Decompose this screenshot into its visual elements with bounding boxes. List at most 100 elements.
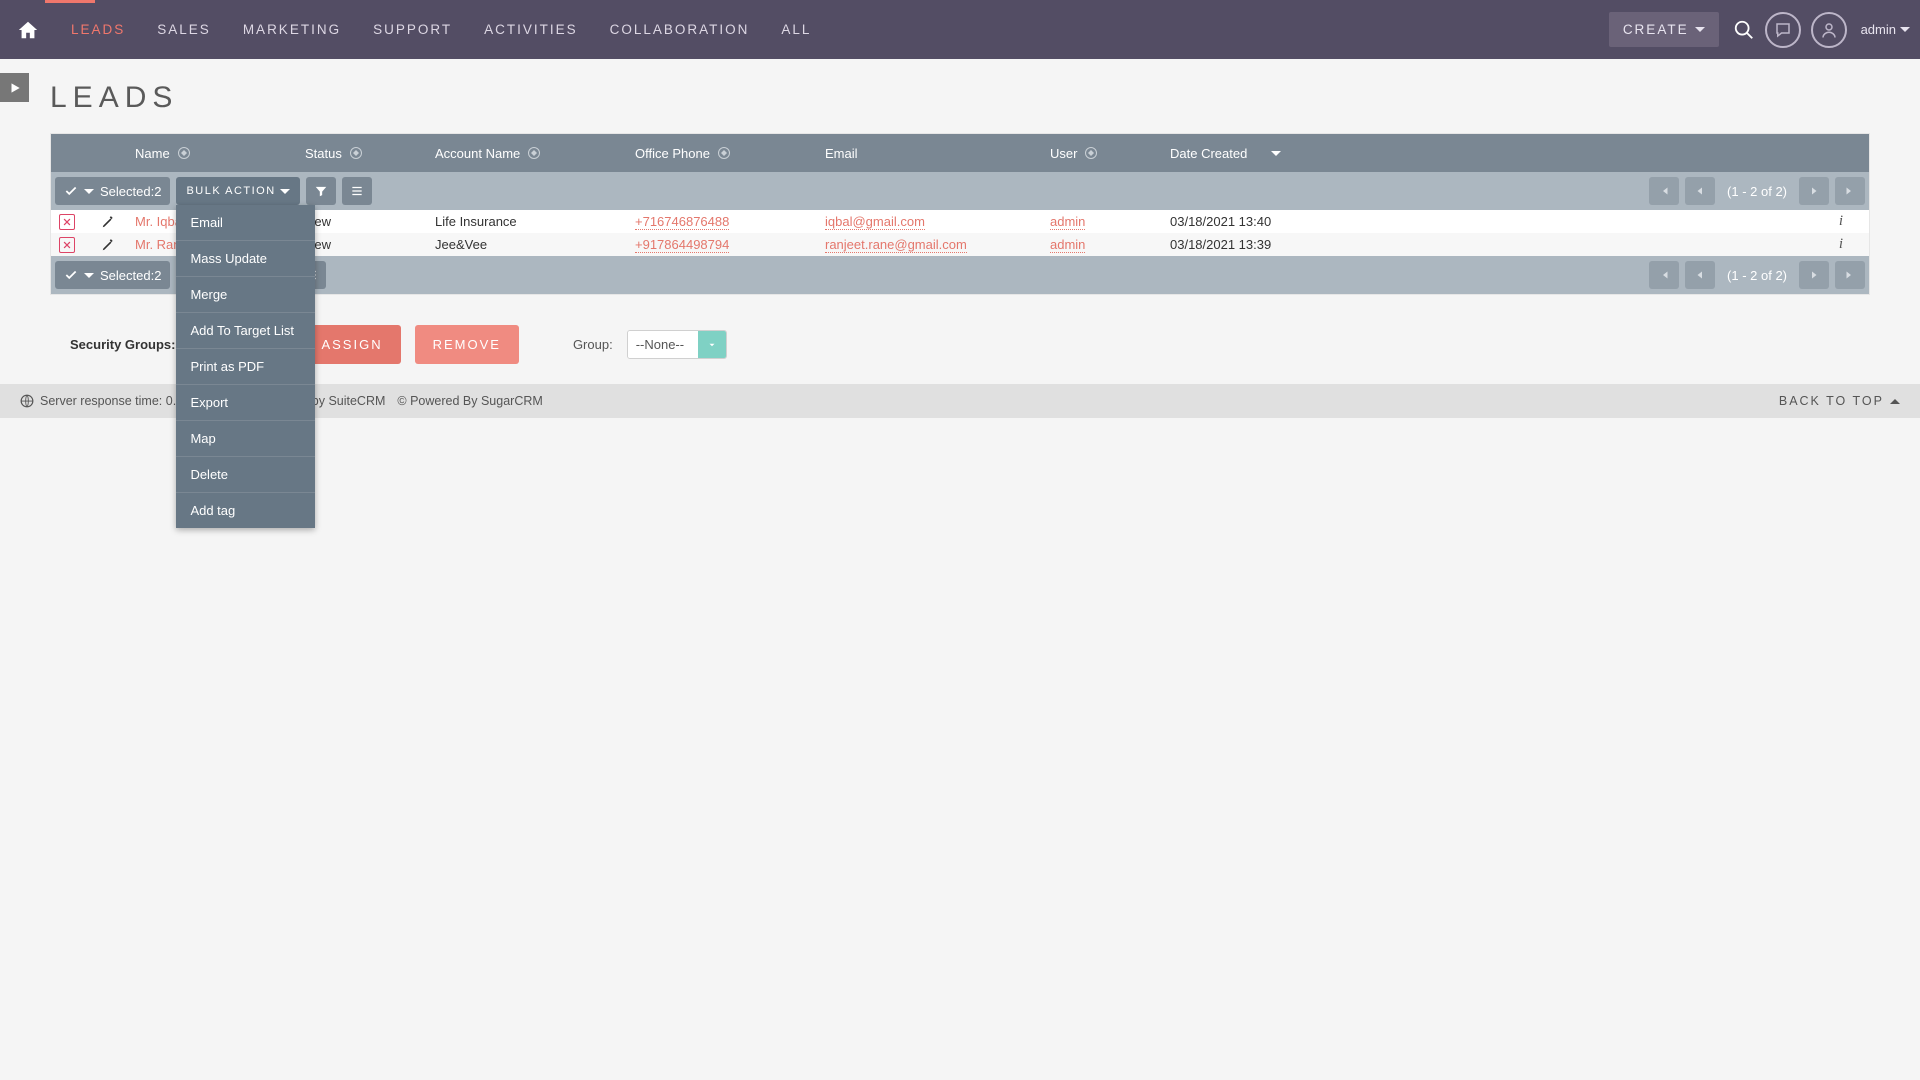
remove-button[interactable]: REMOVE xyxy=(415,325,519,364)
profile-icon[interactable] xyxy=(1811,12,1847,48)
caret-down-icon xyxy=(1695,27,1705,32)
sort-icon xyxy=(1085,147,1097,159)
lead-email-link[interactable]: ranjeet.rane@gmail.com xyxy=(825,237,967,253)
filter-button[interactable] xyxy=(306,177,336,205)
lead-phone-link[interactable]: +917864498794 xyxy=(635,237,729,253)
bulk-item-add-to-target-list[interactable]: Add To Target List xyxy=(176,312,315,348)
sort-icon xyxy=(350,147,362,159)
select-pill[interactable]: Selected:2 xyxy=(55,177,170,205)
security-groups-row: Security Groups: ASSIGN REMOVE Group: xyxy=(70,325,1870,364)
caret-up-icon xyxy=(1890,399,1900,404)
nav-item-leads[interactable]: LEADS xyxy=(55,0,141,59)
col-date[interactable]: Date Created xyxy=(1170,146,1869,161)
col-email[interactable]: Email xyxy=(825,146,1050,161)
lead-account: Jee&Vee xyxy=(435,237,635,252)
caret-down-icon xyxy=(84,273,94,278)
pager-prev[interactable] xyxy=(1685,177,1715,205)
sort-icon xyxy=(528,147,540,159)
sort-icon xyxy=(718,147,730,159)
col-status[interactable]: Status xyxy=(305,146,435,161)
caret-down-icon xyxy=(280,189,290,194)
bulk-item-print-as-pdf[interactable]: Print as PDF xyxy=(176,348,315,384)
sort-icon xyxy=(178,147,190,159)
select-pill[interactable]: Selected:2 xyxy=(55,261,170,289)
columns-button[interactable] xyxy=(342,177,372,205)
row-edit[interactable] xyxy=(101,215,115,229)
pager-next[interactable] xyxy=(1799,261,1829,289)
group-select[interactable] xyxy=(627,330,727,359)
bulk-action-button[interactable]: BULK ACTION xyxy=(176,177,299,205)
pager-last[interactable] xyxy=(1835,261,1865,289)
pager-first[interactable] xyxy=(1649,177,1679,205)
globe-icon xyxy=(20,394,34,408)
lead-account: Life Insurance xyxy=(435,214,635,229)
back-to-top[interactable]: BACK TO TOP xyxy=(1779,394,1900,408)
info-icon[interactable]: i xyxy=(1839,213,1855,230)
nav-item-marketing[interactable]: MARKETING xyxy=(227,0,357,59)
assign-button[interactable]: ASSIGN xyxy=(303,325,400,364)
pager-next[interactable] xyxy=(1799,177,1829,205)
nav-item-activities[interactable]: ACTIVITIES xyxy=(468,0,594,59)
lead-phone-link[interactable]: +716746876488 xyxy=(635,214,729,230)
col-phone[interactable]: Office Phone xyxy=(635,146,825,161)
create-button[interactable]: CREATE xyxy=(1609,12,1719,47)
bulk-action-menu: EmailMass UpdateMergeAdd To Target ListP… xyxy=(176,205,315,528)
lead-email-link[interactable]: iqbal@gmail.com xyxy=(825,214,925,230)
lead-date: 03/18/2021 13:40 xyxy=(1170,214,1271,229)
user-name: admin xyxy=(1861,22,1896,37)
row-delete[interactable] xyxy=(59,237,75,253)
top-nav: LEADSSALESMARKETINGSUPPORTACTIVITIESCOLL… xyxy=(0,0,1920,59)
action-bar-bottom: Selected:2 (1 - 2 of 2) xyxy=(51,256,1869,294)
info-icon[interactable]: i xyxy=(1839,236,1855,253)
security-label: Security Groups: xyxy=(70,337,175,352)
group-input[interactable] xyxy=(628,331,698,358)
col-account[interactable]: Account Name xyxy=(435,146,635,161)
bulk-label: BULK ACTION xyxy=(186,185,275,197)
row-edit[interactable] xyxy=(101,238,115,252)
table-header: Name Status Account Name Office Phone Em… xyxy=(51,134,1869,172)
footer-sugar: © Powered By SugarCRM xyxy=(397,394,542,408)
lead-user-link[interactable]: admin xyxy=(1050,214,1085,230)
nav-item-support[interactable]: SUPPORT xyxy=(357,0,468,59)
pager-prev[interactable] xyxy=(1685,261,1715,289)
col-name[interactable]: Name xyxy=(135,146,305,161)
col-user[interactable]: User xyxy=(1050,146,1170,161)
pager-first[interactable] xyxy=(1649,261,1679,289)
caret-down-icon xyxy=(84,189,94,194)
check-icon xyxy=(64,268,78,282)
caret-down-icon xyxy=(1900,27,1910,32)
create-label: CREATE xyxy=(1623,22,1689,37)
row-delete[interactable] xyxy=(59,214,75,230)
group-label: Group: xyxy=(573,337,613,352)
sort-desc-icon xyxy=(1271,151,1281,156)
check-icon xyxy=(64,184,78,198)
user-menu[interactable]: admin xyxy=(1861,22,1910,37)
nav-item-sales[interactable]: SALES xyxy=(141,0,227,59)
page-range: (1 - 2 of 2) xyxy=(1727,268,1787,283)
group-dropdown-toggle[interactable] xyxy=(698,331,726,358)
side-flyout-toggle[interactable] xyxy=(0,73,29,102)
bulk-item-email[interactable]: Email xyxy=(176,205,315,240)
lead-date: 03/18/2021 13:39 xyxy=(1170,237,1271,252)
bulk-item-mass-update[interactable]: Mass Update xyxy=(176,240,315,276)
home-icon[interactable] xyxy=(17,19,39,41)
lead-status: New xyxy=(305,214,435,229)
leads-grid: Name Status Account Name Office Phone Em… xyxy=(50,133,1870,295)
bulk-item-delete[interactable]: Delete xyxy=(176,456,315,492)
table-row: Mr. IqbalNewLife Insurance+716746876488i… xyxy=(51,210,1869,233)
bulk-item-export[interactable]: Export xyxy=(176,384,315,420)
bulk-item-merge[interactable]: Merge xyxy=(176,276,315,312)
chat-icon[interactable] xyxy=(1765,12,1801,48)
page-range: (1 - 2 of 2) xyxy=(1727,184,1787,199)
action-bar-top: Selected:2 BULK ACTION (1 - 2 of 2) xyxy=(51,172,1869,210)
bulk-item-map[interactable]: Map xyxy=(176,420,315,456)
selected-count: Selected:2 xyxy=(100,184,161,199)
response-time: Server response time: 0.2 xyxy=(40,394,183,408)
selected-count: Selected:2 xyxy=(100,268,161,283)
search-icon[interactable] xyxy=(1733,19,1755,41)
lead-user-link[interactable]: admin xyxy=(1050,237,1085,253)
nav-item-all[interactable]: ALL xyxy=(765,0,827,59)
bulk-item-add-tag[interactable]: Add tag xyxy=(176,492,315,528)
pager-last[interactable] xyxy=(1835,177,1865,205)
nav-item-collaboration[interactable]: COLLABORATION xyxy=(594,0,766,59)
